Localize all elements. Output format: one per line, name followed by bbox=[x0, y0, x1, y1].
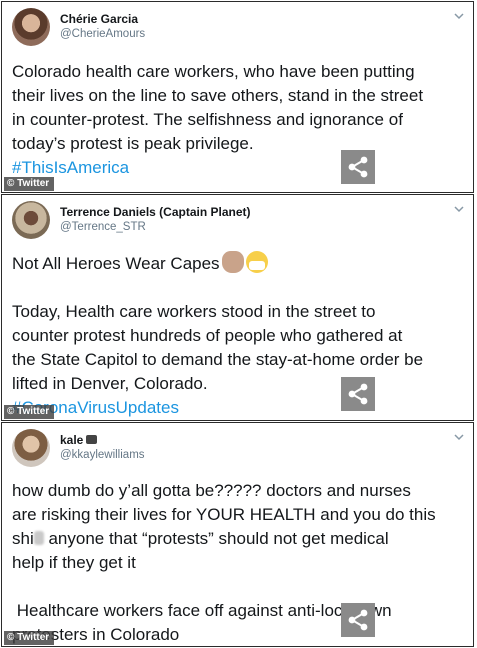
share-icon[interactable] bbox=[341, 377, 375, 411]
tweet-line: shi anyone that “protests” should not ge… bbox=[12, 527, 463, 551]
headline-text: Not All Heroes Wear Capes bbox=[12, 254, 220, 273]
raised-fist-icon bbox=[221, 251, 244, 273]
tweet-card: kale @kkaylewilliams how dumb do y’all g… bbox=[1, 422, 474, 647]
chevron-down-icon[interactable] bbox=[453, 431, 465, 443]
author-handle[interactable]: @kkaylewilliams bbox=[60, 449, 145, 461]
author-handle[interactable]: @CherieAmours bbox=[60, 28, 145, 40]
mask-face-icon bbox=[245, 251, 268, 273]
tweet-line: Today, Health care workers stood in the … bbox=[12, 302, 376, 321]
avatar[interactable] bbox=[12, 201, 50, 239]
author-handle[interactable]: @Terrence_STR bbox=[60, 221, 146, 233]
author-name[interactable]: Terrence Daniels (Captain Planet) bbox=[60, 205, 251, 219]
tweet-line: lifted in Denver, Colorado. bbox=[12, 374, 208, 393]
hashtag-link[interactable]: #CoronaVirusUpdates bbox=[12, 396, 463, 420]
author-name[interactable]: Chérie Garcia bbox=[60, 12, 138, 26]
twitter-watermark: © Twitter bbox=[4, 177, 55, 191]
tweet-fragment: anyone that “protests” should not get me… bbox=[43, 529, 389, 548]
tweet-line: their lives on the line to save others, … bbox=[12, 86, 424, 105]
tweet-line: in counter-protest. The selfishness and … bbox=[12, 110, 403, 129]
tweet-headline: Not All Heroes Wear Capes bbox=[12, 251, 463, 276]
share-icon[interactable] bbox=[341, 150, 375, 184]
tweet-stack: Chérie Garcia @CherieAmours Colorado hea… bbox=[0, 0, 477, 648]
tweet-line: how dumb do y’all gotta be????? doctors … bbox=[12, 481, 411, 500]
twitter-watermark: © Twitter bbox=[4, 631, 55, 645]
twitter-watermark: © Twitter bbox=[4, 405, 55, 419]
tweet-card: Terrence Daniels (Captain Planet) @Terre… bbox=[1, 194, 474, 421]
author-name[interactable]: kale bbox=[60, 433, 98, 447]
chevron-down-icon[interactable] bbox=[453, 203, 465, 215]
tweet-line: the State Capitol to demand the stay-at-… bbox=[12, 350, 424, 369]
tweet-card: Chérie Garcia @CherieAmours Colorado hea… bbox=[1, 1, 474, 193]
tweet-text: Not All Heroes Wear Capes Today, Health … bbox=[12, 251, 463, 420]
tweet-line: help if they get it bbox=[12, 553, 136, 572]
tweet-line: counter protest hundreds of people who g… bbox=[12, 326, 403, 345]
tweet-line: today’s protest is peak privilege. bbox=[12, 134, 254, 153]
share-icon[interactable] bbox=[341, 603, 375, 637]
author-name-text: kale bbox=[60, 433, 84, 447]
censored-glyph bbox=[33, 531, 44, 545]
hashtag-link[interactable]: #ThisIsAmerica bbox=[12, 156, 463, 180]
chevron-down-icon[interactable] bbox=[453, 10, 465, 22]
tweet-line: are risking their lives for YOUR HEALTH … bbox=[12, 505, 436, 524]
badge-icon bbox=[86, 435, 98, 444]
tweet-text: Colorado health care workers, who have b… bbox=[12, 60, 463, 180]
tweet-line: protesters in Colorado bbox=[12, 625, 180, 644]
tweet-line: Colorado health care workers, who have b… bbox=[12, 62, 415, 81]
tweet-text: how dumb do y’all gotta be????? doctors … bbox=[12, 479, 463, 646]
tweet-fragment: shi bbox=[12, 529, 34, 548]
avatar[interactable] bbox=[12, 8, 50, 46]
tweet-line: Healthcare workers face off against anti… bbox=[12, 601, 392, 620]
avatar[interactable] bbox=[12, 429, 50, 467]
